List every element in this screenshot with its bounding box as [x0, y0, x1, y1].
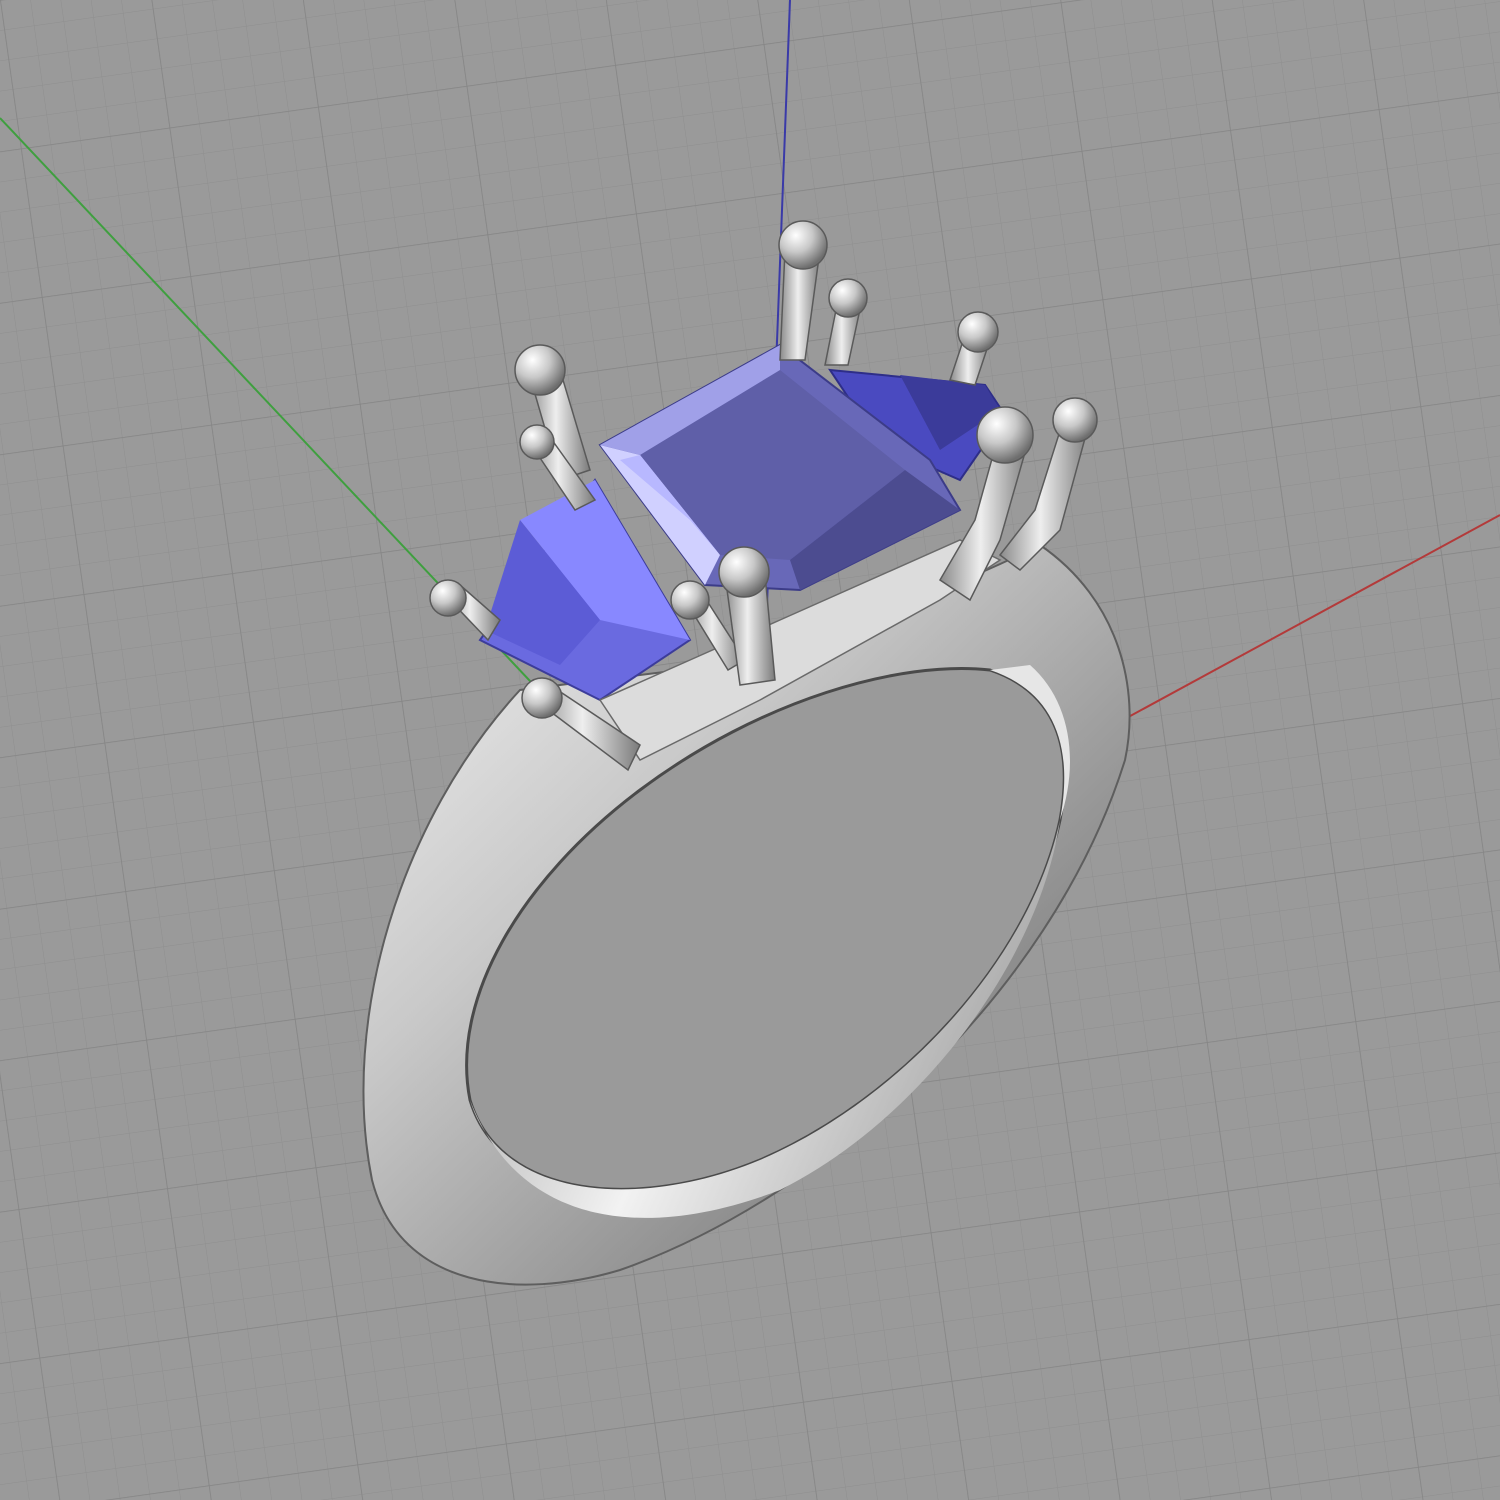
3d-viewport[interactable]: [0, 0, 1500, 1500]
